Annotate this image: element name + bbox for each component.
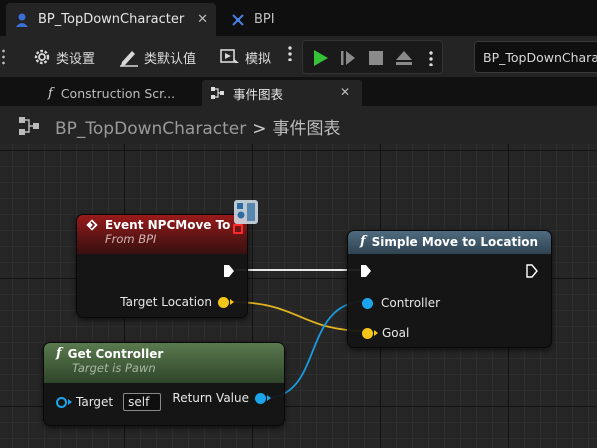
blueprint-actor-icon (14, 12, 30, 28)
target-location-pin[interactable]: Target Location (120, 295, 234, 309)
close-tab-icon[interactable]: ✕ (340, 85, 350, 99)
edit-defaults-icon (120, 51, 138, 67)
gear-icon (34, 49, 50, 65)
simulate-button[interactable]: 模拟 (219, 44, 271, 70)
class-settings-label: 类设置 (56, 51, 96, 67)
tab-label: BP_TopDownCharacter (38, 12, 185, 27)
class-defaults-button[interactable]: 类默认值 (118, 44, 196, 70)
node-header: Event NPCMove To From BPI (77, 215, 247, 254)
event-npcmoveto-node[interactable]: Event NPCMove To From BPI Target Locatio… (76, 200, 258, 318)
exec-in-pin[interactable] (360, 264, 372, 278)
tab-bp-topdowncharacter[interactable]: BP_TopDownCharacter ✕ (6, 3, 216, 36)
node-header: f Simple Move to Location (348, 231, 551, 254)
graph-icon (18, 116, 40, 140)
vector-pin-icon (218, 296, 229, 308)
object-pin-icon (362, 297, 373, 309)
breadcrumb-graph: 事件图表 (272, 119, 341, 139)
exec-out-pin[interactable] (526, 264, 538, 278)
debug-object-select[interactable]: BP_TopDownCharacter (474, 41, 597, 73)
tab-bpi[interactable]: BPI (222, 3, 292, 36)
node-header: f Get Controller Target is Pawn (44, 343, 284, 383)
node-subtitle: From BPI (105, 232, 157, 246)
object-pin-icon (255, 392, 266, 404)
object-pin-icon (56, 396, 67, 408)
exec-pin-icon (224, 265, 234, 277)
tab-event-graph[interactable]: 事件图表 ✕ (202, 80, 362, 106)
close-tab-icon[interactable]: ✕ (197, 12, 208, 27)
doc-tab-label: Construction Scr... (60, 85, 176, 101)
node-title: Get Controller (67, 346, 164, 361)
play-options-dots-icon[interactable] (429, 50, 433, 66)
breadcrumb: BP_TopDownCharacter > 事件图表 (0, 106, 597, 144)
pin-arrow-icon (267, 395, 271, 401)
target-default-field[interactable]: self (123, 393, 162, 411)
class-defaults-label: 类默认值 (144, 51, 197, 67)
play-controls (302, 40, 443, 74)
class-settings-button[interactable]: 类设置 (32, 44, 95, 70)
pin-arrow-icon (68, 399, 72, 405)
doc-tab-label: 事件图表 (233, 86, 284, 102)
event-diamond-icon (86, 219, 98, 231)
pin-label: Goal (382, 326, 410, 340)
exec-pin-icon (361, 265, 371, 277)
function-icon: f (56, 346, 62, 361)
target-pin[interactable]: Target self (56, 393, 162, 411)
asset-tab-bar: BP_TopDownCharacter ✕ BPI (0, 0, 597, 36)
exec-pin-icon (526, 264, 538, 278)
pin-label: Target Location (120, 295, 212, 309)
exec-out-pin[interactable] (223, 264, 235, 278)
breadcrumb-path: BP_TopDownCharacter > 事件图表 (55, 114, 340, 139)
breadcrumb-separator: > (252, 119, 267, 139)
node-title: Simple Move to Location (371, 234, 539, 249)
interface-icon (230, 12, 246, 28)
get-controller-node[interactable]: f Get Controller Target is Pawn Target s… (43, 342, 285, 426)
document-tab-bar: f Construction Scr... 事件图表 ✕ (0, 78, 597, 106)
return-value-pin[interactable]: Return Value (172, 391, 271, 405)
toolbar-grip-icon[interactable] (2, 48, 5, 66)
breadcrumb-blueprint[interactable]: BP_TopDownCharacter (55, 119, 246, 139)
simple-move-to-location-node[interactable]: f Simple Move to Location Controller Goa… (347, 230, 552, 348)
vector-pin-icon (362, 327, 373, 339)
pin-label: Return Value (172, 391, 249, 405)
tab-label: BPI (254, 12, 275, 27)
function-icon: f (48, 85, 53, 101)
function-icon: f (360, 234, 366, 249)
graph-icon (210, 86, 225, 100)
eject-icon[interactable] (395, 49, 413, 67)
step-forward-icon[interactable] (339, 49, 357, 67)
simulate-icon (220, 49, 239, 66)
interface-badge-icon (232, 198, 260, 230)
stop-icon[interactable] (367, 49, 385, 67)
tab-construction-script[interactable]: f Construction Scr... (40, 80, 190, 106)
node-title: Event NPCMove To (105, 218, 231, 232)
pin-label: Target (76, 395, 114, 409)
event-graph-canvas[interactable]: Event NPCMove To From BPI Target Locatio… (0, 144, 597, 448)
play-icon[interactable] (311, 49, 329, 67)
pin-arrow-icon (374, 330, 378, 336)
pin-label: Controller (381, 296, 441, 310)
node-subtitle: Target is Pawn (72, 361, 156, 375)
simulate-label: 模拟 (245, 51, 272, 67)
controller-pin[interactable]: Controller (362, 296, 440, 310)
toolbar: 类设置 类默认值 模拟 BP_TopDownCharacter (0, 36, 597, 78)
goal-pin[interactable]: Goal (362, 326, 409, 340)
toolbar-separator-dots-icon (288, 45, 292, 61)
pin-arrow-icon (230, 299, 234, 305)
